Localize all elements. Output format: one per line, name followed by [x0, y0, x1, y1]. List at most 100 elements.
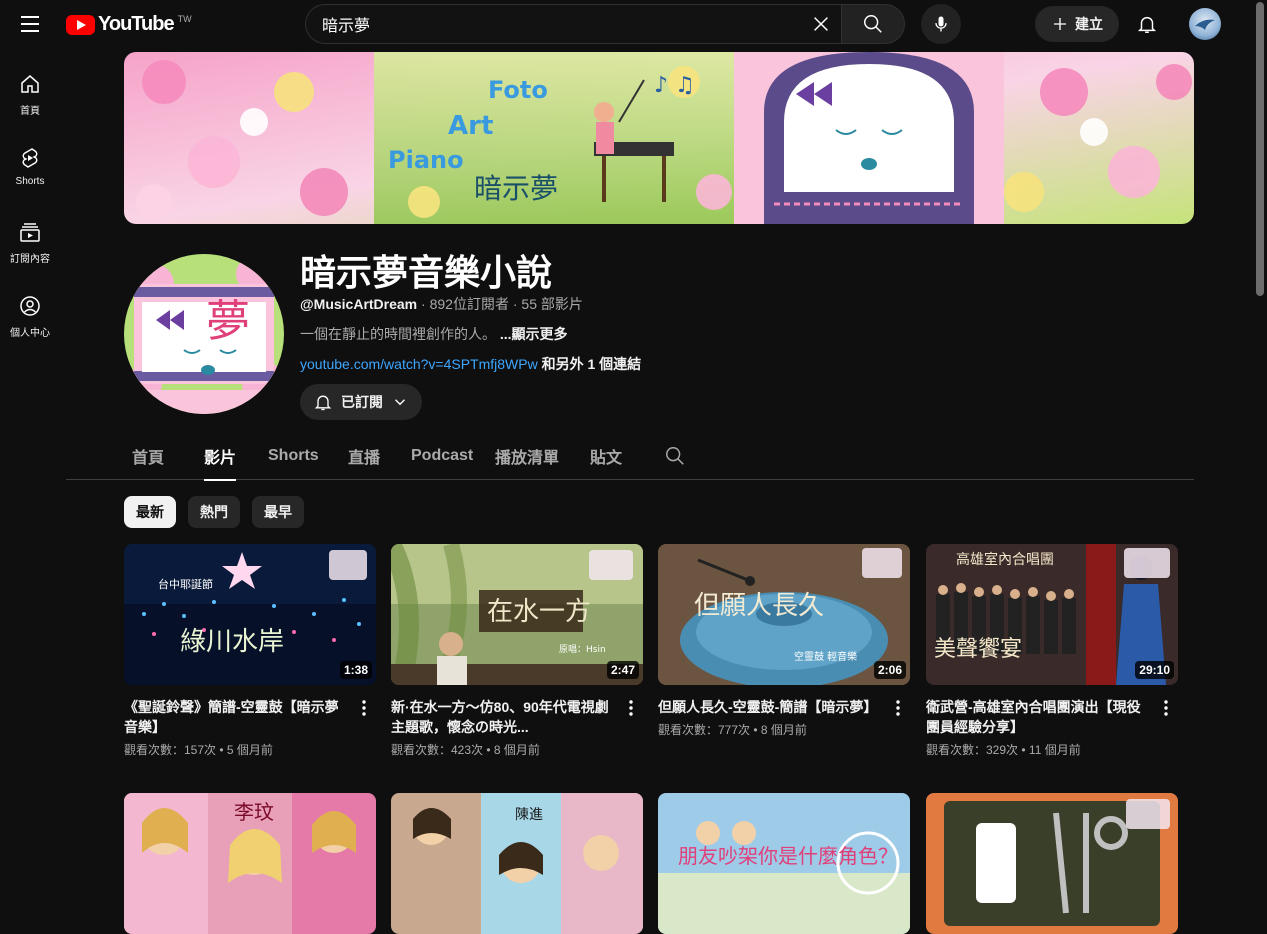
- notifications-button[interactable]: [1127, 4, 1167, 44]
- upload-age: 5 個月前: [226, 743, 273, 757]
- tab-shorts[interactable]: Shorts: [268, 432, 319, 480]
- view-count: 觀看次數：777次: [658, 723, 751, 737]
- video-thumbnail[interactable]: [926, 793, 1178, 934]
- channel-handle: @MusicArtDream: [300, 296, 418, 312]
- chip-latest[interactable]: 最新: [124, 496, 176, 528]
- thumb-subtext: 原唱：Hsin: [559, 644, 606, 655]
- video-card: [926, 793, 1178, 934]
- channel-link[interactable]: youtube.com/watch?v=4SPTmfj8WPw: [300, 356, 538, 372]
- upload-age: 8 個月前: [760, 723, 807, 737]
- description-text: 一個在靜止的時間裡創作的人。: [300, 326, 496, 342]
- more-actions-icon[interactable]: [1154, 696, 1178, 720]
- page-scrollbar[interactable]: [1256, 0, 1264, 879]
- chip-popular[interactable]: 熱門: [188, 496, 240, 528]
- video-title[interactable]: 衛武營-高雄室內合唱團演出【現役團員經驗分享】: [926, 697, 1146, 737]
- voice-search-button[interactable]: [921, 4, 961, 44]
- tab-posts[interactable]: 貼文: [590, 432, 622, 480]
- video-thumbnail[interactable]: 高雄室內合唱團 美聲饗宴 29:10: [926, 544, 1178, 685]
- video-thumbnail[interactable]: 在水一方 原唱：Hsin 2:47: [391, 544, 643, 685]
- video-meta: 觀看次數：423次 • 8 個月前: [391, 743, 540, 757]
- sort-chips: 最新 熱門 最早: [124, 496, 304, 528]
- sidebar-item-label: 首頁: [20, 106, 40, 117]
- search-input[interactable]: [322, 15, 801, 33]
- video-thumbnail[interactable]: 陳進: [391, 793, 643, 934]
- channel-tabs: 首頁 影片 Shorts 直播 Podcast 播放清單 貼文: [66, 432, 1194, 481]
- more-actions-icon[interactable]: [352, 696, 376, 720]
- bell-icon: [314, 395, 332, 411]
- channel-name: 暗示夢音樂小說: [300, 252, 553, 293]
- channel-description[interactable]: 一個在靜止的時間裡創作的人。 ...顯示更多: [300, 324, 568, 344]
- shorts-icon: [22, 148, 38, 168]
- view-count: 觀看次數：157次: [124, 743, 217, 757]
- video-duration: 2:47: [606, 661, 639, 679]
- tab-live[interactable]: 直播: [348, 432, 380, 480]
- video-thumbnail[interactable]: 台中耶誕節 綠川水岸 1:38: [124, 544, 376, 685]
- account-avatar[interactable]: [1189, 8, 1221, 40]
- show-more-link[interactable]: ...顯示更多: [500, 326, 568, 342]
- youtube-logo[interactable]: YouTube TW: [66, 13, 192, 36]
- plus-icon: [1054, 18, 1066, 30]
- sidebar-item-you[interactable]: 個人中心: [0, 278, 60, 352]
- youtube-play-icon: [66, 14, 95, 35]
- logo-region: TW: [177, 13, 192, 24]
- tab-home[interactable]: 首頁: [132, 432, 164, 480]
- search-icon: [864, 15, 882, 33]
- tab-videos[interactable]: 影片: [204, 432, 237, 481]
- channel-meta: @MusicArtDream · 892位訂閱者 · 55 部影片: [300, 296, 583, 312]
- video-meta: 觀看次數：777次 • 8 個月前: [658, 723, 807, 737]
- video-thumbnail[interactable]: 李玟: [124, 793, 376, 934]
- video-card: 但願人長久 空靈鼓 輕音樂 2:06 但願人長久-空靈鼓-簡譜【暗示夢】 觀看次…: [658, 544, 910, 738]
- search-box: [305, 4, 841, 44]
- view-count: 觀看次數：423次: [391, 743, 484, 757]
- top-bar: YouTube TW 建立: [0, 0, 1267, 48]
- banner-foto-text: Foto: [488, 76, 548, 104]
- you-icon: [20, 296, 40, 316]
- chevron-down-icon: [395, 399, 405, 406]
- sidebar-item-label: Shorts: [15, 176, 45, 187]
- thumb-subtext: 台中耶誕節: [158, 577, 213, 591]
- video-title[interactable]: 但願人長久-空靈鼓-簡譜【暗示夢】: [658, 697, 878, 717]
- clear-search-icon[interactable]: [801, 4, 841, 44]
- thumb-title: 綠川水岸: [180, 627, 284, 657]
- tab-search[interactable]: [664, 432, 686, 480]
- sidebar-item-subscriptions[interactable]: 訂閱內容: [0, 204, 60, 278]
- thumb-title: 李玟: [234, 800, 274, 824]
- upload-age: 8 個月前: [493, 743, 540, 757]
- video-card: 台中耶誕節 綠川水岸 1:38 《聖誕鈴聲》簡譜-空靈鼓【暗示夢音樂】 觀看次數…: [124, 544, 376, 758]
- tab-podcast[interactable]: Podcast: [411, 432, 473, 480]
- sidebar-item-label: 訂閱內容: [10, 254, 50, 265]
- search-bar: [305, 4, 905, 44]
- chip-oldest[interactable]: 最早: [252, 496, 304, 528]
- thumb-title: 朋友吵架你是什麼角色？: [678, 844, 898, 868]
- thumb-title: 在水一方: [487, 597, 591, 627]
- video-title[interactable]: 《聖誕鈴聲》簡譜-空靈鼓【暗示夢音樂】: [124, 697, 344, 737]
- channel-avatar[interactable]: 夢: [124, 254, 284, 414]
- create-button[interactable]: 建立: [1035, 6, 1119, 42]
- video-thumbnail[interactable]: 朋友吵架你是什麼角色？: [658, 793, 910, 934]
- banner-calligraphy: 暗示夢: [474, 172, 558, 205]
- menu-icon[interactable]: [12, 6, 48, 42]
- more-links[interactable]: 和另外 1 個連結: [542, 356, 642, 372]
- video-duration: 2:06: [873, 661, 906, 679]
- banner-art-text: Art: [448, 111, 493, 141]
- subscribed-button[interactable]: 已訂閱: [300, 384, 422, 420]
- sidebar-item-shorts[interactable]: Shorts: [0, 130, 60, 204]
- tab-playlists[interactable]: 播放清單: [495, 432, 559, 480]
- upload-age: 11 個月前: [1028, 743, 1081, 757]
- search-button[interactable]: [841, 4, 905, 44]
- video-meta: 觀看次數：329次 • 11 個月前: [926, 743, 1081, 757]
- logo-text: YouTube: [98, 13, 175, 35]
- channel-banner: ♪ ♫ Foto Art Piano 暗示夢: [124, 52, 1194, 224]
- microphone-icon: [935, 16, 947, 32]
- scrollbar-thumb[interactable]: [1256, 2, 1264, 296]
- video-title[interactable]: 新·在水一方～仿80、90年代電視劇主題歌，懷念の時光...: [391, 697, 611, 737]
- video-meta: 觀看次數：157次 • 5 個月前: [124, 743, 273, 757]
- bell-icon: [1137, 16, 1157, 33]
- video-thumbnail[interactable]: 但願人長久 空靈鼓 輕音樂 2:06: [658, 544, 910, 685]
- sidebar-item-home[interactable]: 首頁: [0, 56, 60, 130]
- more-actions-icon[interactable]: [619, 696, 643, 720]
- thumb-subtext: 高雄室內合唱團: [956, 551, 1054, 568]
- video-duration: 29:10: [1135, 661, 1174, 679]
- more-actions-icon[interactable]: [886, 696, 910, 720]
- thumb-title: 美聲饗宴: [934, 637, 1022, 662]
